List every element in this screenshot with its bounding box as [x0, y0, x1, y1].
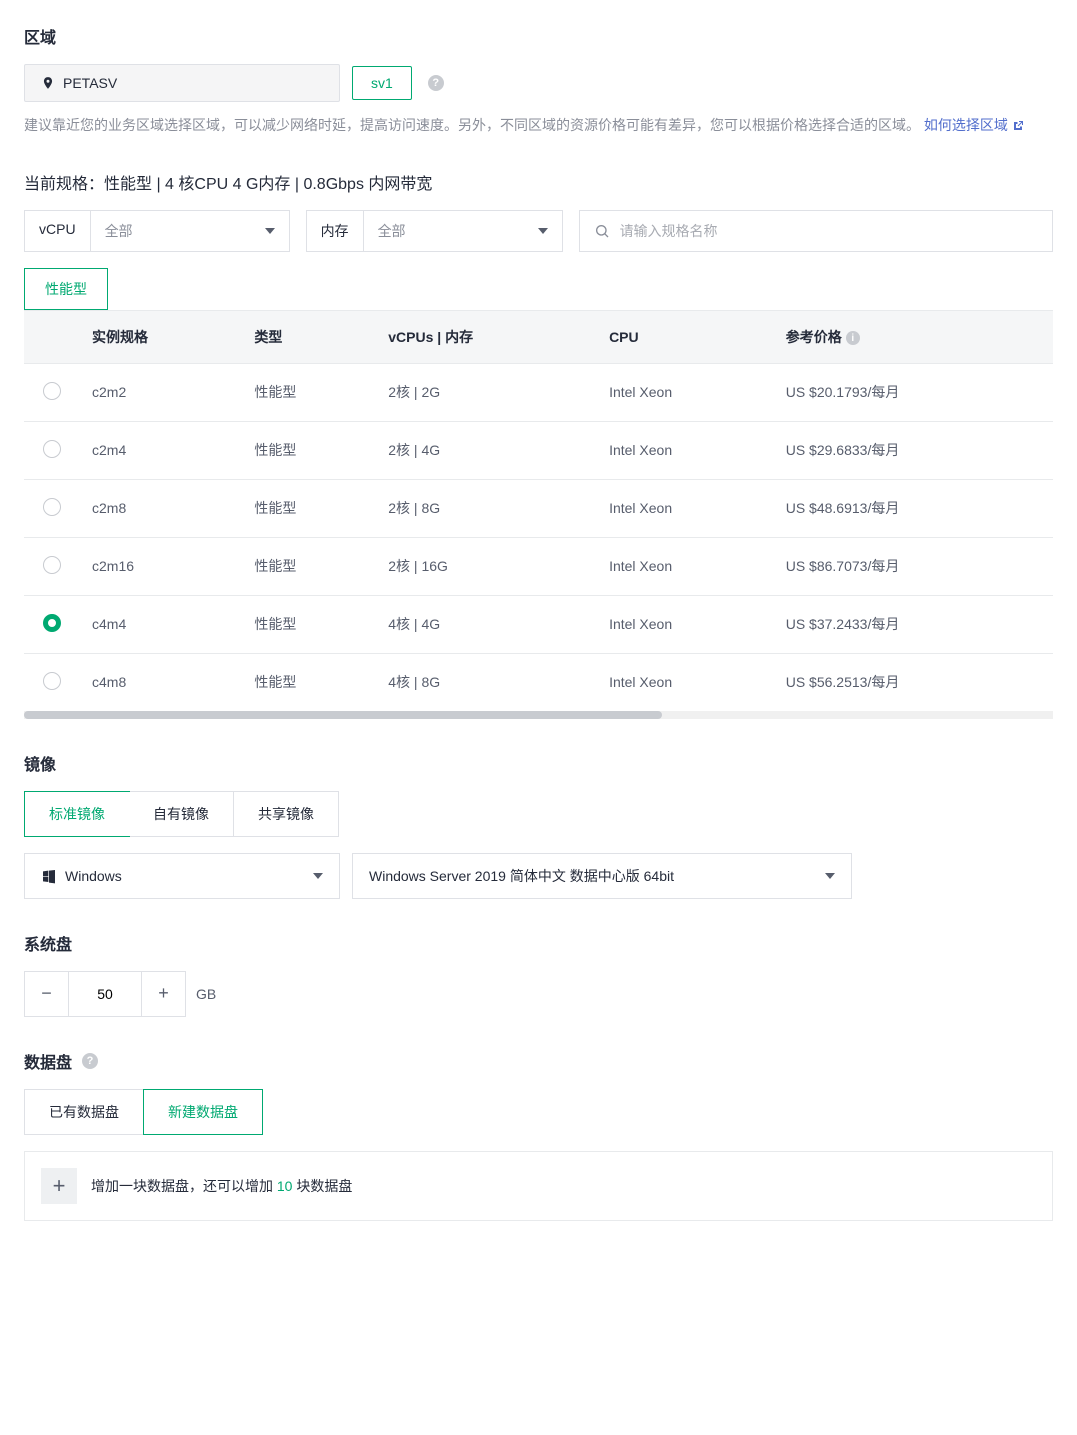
- spec-name: c2m4: [80, 421, 242, 479]
- spec-section: 当前规格：性能型 | 4 核CPU 4 G内存 | 0.8Gbps 内网带宽 v…: [24, 170, 1053, 719]
- data-disk-tab[interactable]: 新建数据盘: [143, 1089, 263, 1135]
- image-title: 镜像: [24, 751, 1053, 775]
- spec-type: 性能型: [242, 479, 376, 537]
- spec-cpu: Intel Xeon: [597, 421, 774, 479]
- type-tab-performance[interactable]: 性能型: [24, 268, 108, 310]
- spec-name: c4m8: [80, 653, 242, 711]
- col-price: 参考价格i: [774, 311, 1053, 364]
- spec-type: 性能型: [242, 421, 376, 479]
- disk-size-input[interactable]: [69, 972, 141, 1016]
- spec-radio[interactable]: [43, 556, 61, 574]
- disk-increase-button[interactable]: +: [141, 972, 185, 1016]
- image-tabs: 标准镜像自有镜像共享镜像: [24, 791, 339, 837]
- chevron-down-icon: [538, 228, 548, 234]
- spec-vcpu: 2核 | 8G: [376, 479, 597, 537]
- spec-radio[interactable]: [43, 672, 61, 690]
- windows-icon: [41, 868, 57, 884]
- add-disk-button[interactable]: +: [41, 1168, 77, 1204]
- spec-cpu: Intel Xeon: [597, 595, 774, 653]
- spec-name: c4m4: [80, 595, 242, 653]
- spec-radio[interactable]: [43, 440, 61, 458]
- spec-price: US $56.2513/每月: [774, 653, 1053, 711]
- spec-search-input[interactable]: [620, 213, 1038, 249]
- spec-vcpu: 4核 | 4G: [376, 595, 597, 653]
- spec-table: 实例规格 类型 vCPUs | 内存 CPU 参考价格i c2m2 性能型 2核…: [24, 310, 1053, 719]
- spec-name: c2m2: [80, 363, 242, 421]
- spec-current: 当前规格：性能型 | 4 核CPU 4 G内存 | 0.8Gbps 内网带宽: [24, 170, 1053, 194]
- table-row[interactable]: c2m8 性能型 2核 | 8G Intel Xeon US $48.6913/…: [24, 479, 1053, 537]
- image-section: 镜像 标准镜像自有镜像共享镜像 Windows Windows Server 2…: [24, 751, 1053, 899]
- spec-price: US $48.6913/每月: [774, 479, 1053, 537]
- chevron-down-icon: [265, 228, 275, 234]
- os-version-select[interactable]: Windows Server 2019 简体中文 数据中心版 64bit: [352, 853, 852, 899]
- region-help-link[interactable]: 如何选择区域: [924, 114, 1024, 138]
- col-vcpu: vCPUs | 内存: [376, 311, 597, 364]
- region-title: 区域: [24, 24, 1053, 48]
- spec-type: 性能型: [242, 653, 376, 711]
- spec-price: US $29.6833/每月: [774, 421, 1053, 479]
- chevron-down-icon: [825, 873, 835, 879]
- spec-vcpu: 2核 | 4G: [376, 421, 597, 479]
- disk-decrease-button[interactable]: −: [25, 972, 69, 1016]
- image-tab[interactable]: 自有镜像: [129, 792, 234, 836]
- spec-search[interactable]: [579, 210, 1053, 252]
- spec-type: 性能型: [242, 595, 376, 653]
- spec-type: 性能型: [242, 537, 376, 595]
- table-row[interactable]: c4m8 性能型 4核 | 8G Intel Xeon US $56.2513/…: [24, 653, 1053, 711]
- help-icon[interactable]: ?: [428, 75, 444, 91]
- data-disk-section: 数据盘 ? 已有数据盘新建数据盘 + 增加一块数据盘，还可以增加 10 块数据盘: [24, 1049, 1053, 1221]
- spec-cpu: Intel Xeon: [597, 479, 774, 537]
- spec-radio[interactable]: [43, 614, 61, 632]
- spec-price: US $20.1793/每月: [774, 363, 1053, 421]
- chevron-down-icon: [313, 873, 323, 879]
- horizontal-scrollbar[interactable]: [24, 711, 1053, 719]
- region-selector[interactable]: PETASV: [24, 64, 340, 102]
- spec-vcpu: 2核 | 2G: [376, 363, 597, 421]
- spec-price: US $86.7073/每月: [774, 537, 1053, 595]
- data-disk-title: 数据盘 ?: [24, 1049, 1053, 1073]
- col-cpu: CPU: [597, 311, 774, 364]
- table-row[interactable]: c4m4 性能型 4核 | 4G Intel Xeon US $37.2433/…: [24, 595, 1053, 653]
- spec-vcpu: 2核 | 16G: [376, 537, 597, 595]
- add-disk-box: + 增加一块数据盘，还可以增加 10 块数据盘: [24, 1151, 1053, 1221]
- table-row[interactable]: c2m2 性能型 2核 | 2G Intel Xeon US $20.1793/…: [24, 363, 1053, 421]
- spec-cpu: Intel Xeon: [597, 653, 774, 711]
- region-section: 区域 PETASV sv1 ? 建议靠近您的业务区域选择区域，可以减少网络时延，…: [24, 24, 1053, 138]
- image-tab[interactable]: 共享镜像: [234, 792, 338, 836]
- system-disk-section: 系统盘 − + GB: [24, 931, 1053, 1017]
- location-pin-icon: [41, 76, 55, 90]
- spec-name: c2m8: [80, 479, 242, 537]
- system-disk-title: 系统盘: [24, 931, 1053, 955]
- spec-radio[interactable]: [43, 498, 61, 516]
- region-hint: 建议靠近您的业务区域选择区域，可以减少网络时延，提高访问速度。另外，不同区域的资…: [24, 114, 1053, 138]
- region-name: PETASV: [63, 75, 117, 91]
- spec-price: US $37.2433/每月: [774, 595, 1053, 653]
- search-icon: [594, 223, 610, 239]
- spec-vcpu: 4核 | 8G: [376, 653, 597, 711]
- memory-filter[interactable]: 内存 全部: [306, 210, 563, 252]
- add-disk-text: 增加一块数据盘，还可以增加 10 块数据盘: [91, 1176, 352, 1196]
- data-disk-tab[interactable]: 已有数据盘: [25, 1090, 144, 1134]
- data-disk-tabs: 已有数据盘新建数据盘: [24, 1089, 263, 1135]
- col-name: 实例规格: [80, 311, 242, 364]
- os-select[interactable]: Windows: [24, 853, 340, 899]
- info-icon[interactable]: i: [846, 331, 860, 345]
- table-row[interactable]: c2m16 性能型 2核 | 16G Intel Xeon US $86.707…: [24, 537, 1053, 595]
- spec-type: 性能型: [242, 363, 376, 421]
- spec-cpu: Intel Xeon: [597, 363, 774, 421]
- image-tab[interactable]: 标准镜像: [24, 791, 130, 837]
- help-icon[interactable]: ?: [82, 1053, 98, 1069]
- col-type: 类型: [242, 311, 376, 364]
- disk-unit: GB: [196, 986, 216, 1002]
- zone-button[interactable]: sv1: [352, 66, 412, 100]
- spec-radio[interactable]: [43, 382, 61, 400]
- table-row[interactable]: c2m4 性能型 2核 | 4G Intel Xeon US $29.6833/…: [24, 421, 1053, 479]
- spec-cpu: Intel Xeon: [597, 537, 774, 595]
- spec-name: c2m16: [80, 537, 242, 595]
- external-link-icon: [1012, 120, 1024, 132]
- vcpu-filter[interactable]: vCPU 全部: [24, 210, 290, 252]
